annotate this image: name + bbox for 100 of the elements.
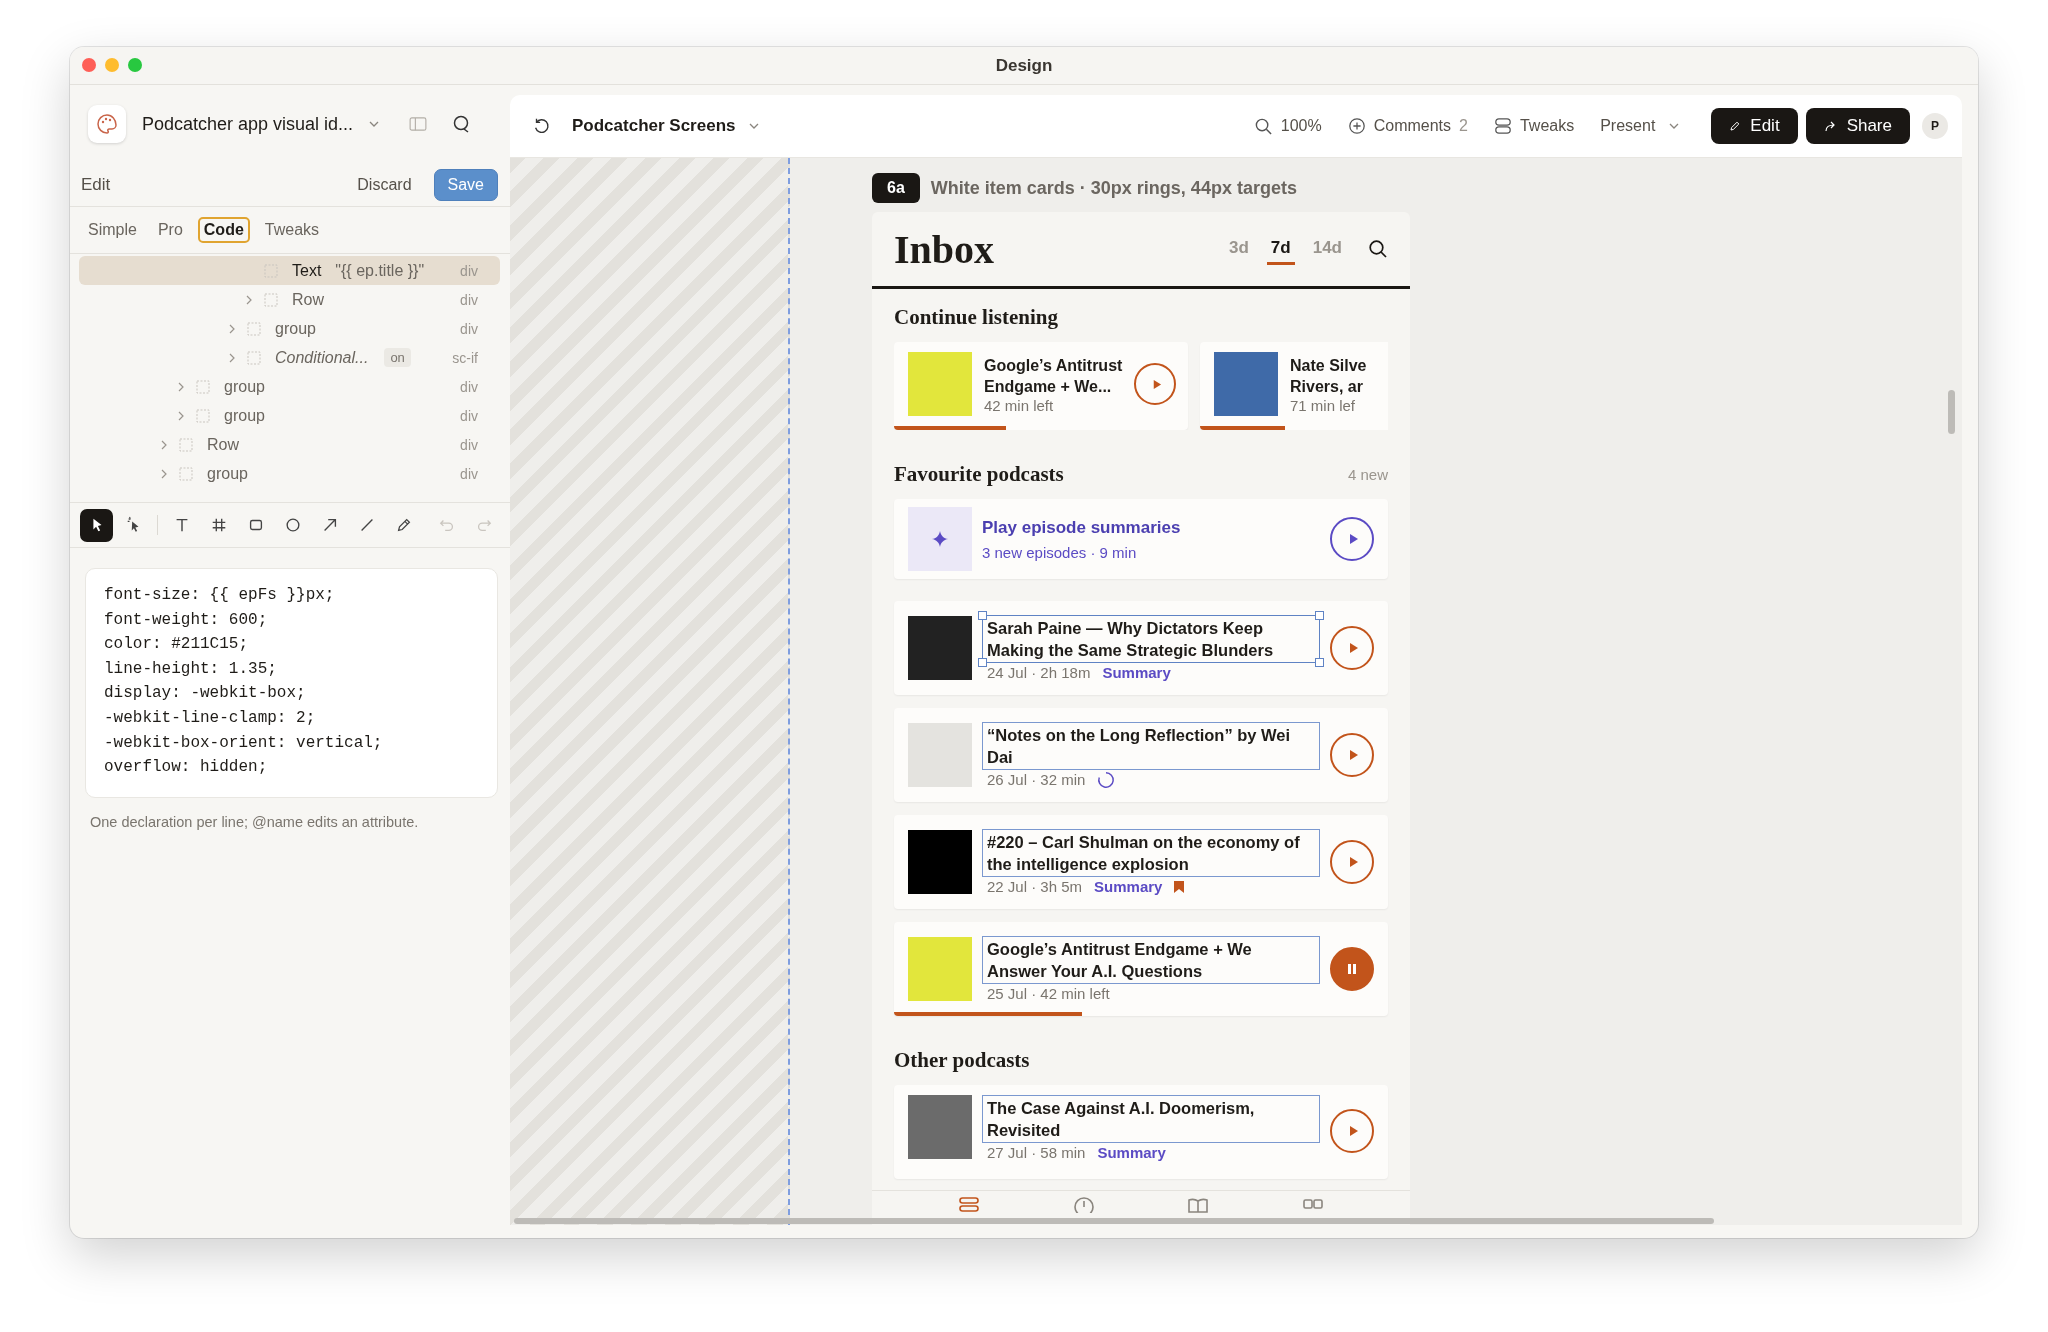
mode-tab[interactable]: Code [197, 217, 250, 243]
pause-button[interactable] [1330, 947, 1374, 991]
new-count: 4 new [1347, 466, 1388, 483]
close-button[interactable] [82, 58, 96, 72]
play-button[interactable] [1330, 733, 1374, 777]
tweaks-icon[interactable] [1493, 117, 1512, 135]
chevron-icon[interactable] [178, 381, 184, 392]
summary-link[interactable]: Summary [1102, 664, 1171, 681]
layer-name: group [224, 406, 265, 425]
chevron-icon [369, 121, 380, 127]
window-title: Design [995, 55, 1053, 76]
frame-tag: 6a [872, 173, 920, 203]
sidebar-toggle-icon[interactable] [409, 117, 428, 131]
episode-meta: 42 min left [984, 396, 1055, 414]
screen-title: Inbox [894, 225, 995, 273]
chevron-icon[interactable] [178, 410, 184, 421]
episode-title: “Notes on the Long Reflection” by Wei Dai [982, 721, 1320, 770]
episode-title: Google’s Antitrust Endgame + We Answer Your A.I. Questions [982, 936, 1320, 984]
layer-row[interactable]: Row div [79, 430, 500, 459]
layer-row[interactable]: group div [79, 459, 500, 488]
mode-tab[interactable]: Simple [82, 217, 143, 243]
layer-row[interactable]: group div [79, 372, 500, 401]
range-tab[interactable]: 7d [1266, 233, 1295, 265]
edit-button[interactable]: Edit [1711, 108, 1798, 144]
play-button[interactable] [1330, 840, 1374, 884]
palette-icon[interactable] [88, 105, 126, 143]
episode-title: #220 – Carl Shulman on the economy of the intelligence explosion [982, 829, 1320, 877]
episode-card[interactable]: “Notes on the Long Reflection” by Wei Dai 26 Jul · 32 min [894, 708, 1388, 802]
horizontal-scrollbar[interactable] [514, 1218, 1714, 1224]
zoom-level[interactable]: 100% [1280, 117, 1322, 135]
layer-name: Row [207, 435, 239, 454]
add-comment-icon[interactable] [1347, 117, 1366, 135]
play-button[interactable] [1134, 363, 1176, 405]
tag-name: div [460, 291, 478, 308]
element-icon [179, 437, 193, 452]
present-button[interactable]: Present [1600, 117, 1656, 135]
layer-name: group [224, 377, 265, 396]
chevron-icon [1669, 123, 1680, 129]
layer-row[interactable]: Conditional... on sc-if [79, 343, 500, 372]
episode-meta: 71 min lef [1290, 396, 1357, 414]
episode-meta: 24 Jul · 2h 18m [987, 664, 1091, 681]
chevron-icon[interactable] [161, 468, 167, 479]
tweaks-button[interactable]: Tweaks [1519, 117, 1575, 135]
comments-button[interactable]: Comments [1373, 117, 1452, 135]
element-icon [247, 321, 261, 336]
episode-card[interactable]: #220 – Carl Shulman on the economy of the intelligence explosion 22 Jul · 3h 5m Summary [894, 815, 1388, 909]
frame-caption: White item cards · 30px rings, 44px targets [930, 177, 1297, 199]
continue-card[interactable]: Google’s Antitrust Endgame + We... 42 min left [894, 342, 1188, 430]
play-icon [1347, 856, 1359, 868]
play-button[interactable] [1330, 517, 1374, 561]
mode-tab[interactable]: Pro [151, 217, 189, 243]
screen-selector[interactable]: Podcatcher Screens [572, 116, 736, 136]
continue-card[interactable]: Nate Silve Rivers, ar 71 min lef [1200, 342, 1388, 430]
episode-title: Nate Silve Rivers, ar [1290, 355, 1368, 397]
layer-name: Row [292, 290, 324, 309]
search-icon[interactable] [1253, 116, 1273, 136]
chevron-icon[interactable] [229, 352, 235, 363]
episode-card[interactable]: The Case Against A.I. Doomerism, Revisited 27 Jul · 58 min Summary [894, 1085, 1388, 1179]
refresh-icon[interactable] [532, 117, 550, 135]
summary-card[interactable]: Play episode summaries 3 new episodes · 9 min [894, 499, 1388, 579]
code-editor[interactable]: font-size: {{ epFs }}px; font-weight: 600; color: #211C15; line-height: 1.35; display: -webkit-box; -webkit-line-clamp: 2; -webkit-box-orient: vertical; overflow: hidden; [85, 568, 498, 798]
project-name[interactable]: Podcatcher app visual id... [142, 113, 354, 135]
panel-title: Edit [81, 174, 112, 195]
tag-name: sc-if [452, 349, 478, 366]
layer-name: Text [292, 261, 322, 280]
discard-button[interactable]: Discard [351, 174, 418, 195]
mode-tab[interactable]: Tweaks [258, 217, 326, 243]
layer-row[interactable]: group div [79, 401, 500, 430]
play-icon [1347, 533, 1359, 545]
tag-name: div [460, 320, 478, 337]
summary-link[interactable]: Summary [1097, 1144, 1166, 1161]
element-icon [196, 379, 210, 394]
episode-card[interactable]: Google’s Antitrust Endgame + We Answer Your A.I. Questions 25 Jul · 42 min left [894, 922, 1388, 1016]
editor-hint: One declaration per line; @name edits an attribute. [90, 813, 420, 830]
chevron-icon[interactable] [246, 294, 252, 305]
layer-row[interactable]: Text "{{ ep.title }}" div [79, 256, 500, 285]
play-button[interactable] [1330, 1109, 1374, 1153]
share-button[interactable]: Share [1805, 108, 1910, 144]
pointer-tool-icon[interactable] [80, 508, 113, 542]
summary-title: Play episode summaries [982, 517, 1182, 538]
pencil-icon [1729, 120, 1742, 132]
summary-subtitle: 3 new episodes · 9 min [982, 543, 1138, 561]
layer-row[interactable]: group div [79, 314, 500, 343]
element-icon [179, 466, 193, 481]
element-icon [264, 292, 278, 307]
play-button[interactable] [1330, 626, 1374, 670]
search-icon[interactable] [1368, 239, 1388, 259]
element-icon [247, 350, 261, 365]
tag-name: div [460, 465, 478, 482]
summary-link[interactable]: Summary [1094, 878, 1163, 895]
episode-card[interactable]: Sarah Paine — Why Dictators Keep Making the Same Strategic Blunders 24 Jul · 2h 18m Summary [894, 601, 1388, 695]
play-icon [1347, 642, 1359, 654]
vertical-scrollbar[interactable] [1948, 390, 1955, 434]
layer-name: group [207, 464, 248, 483]
layer-row[interactable]: Row div [79, 285, 500, 314]
chevron-icon[interactable] [229, 323, 235, 334]
play-icon [1347, 749, 1359, 761]
user-avatar[interactable]: P [1922, 113, 1948, 139]
play-icon [1347, 1125, 1359, 1137]
chevron-icon[interactable] [161, 439, 167, 450]
